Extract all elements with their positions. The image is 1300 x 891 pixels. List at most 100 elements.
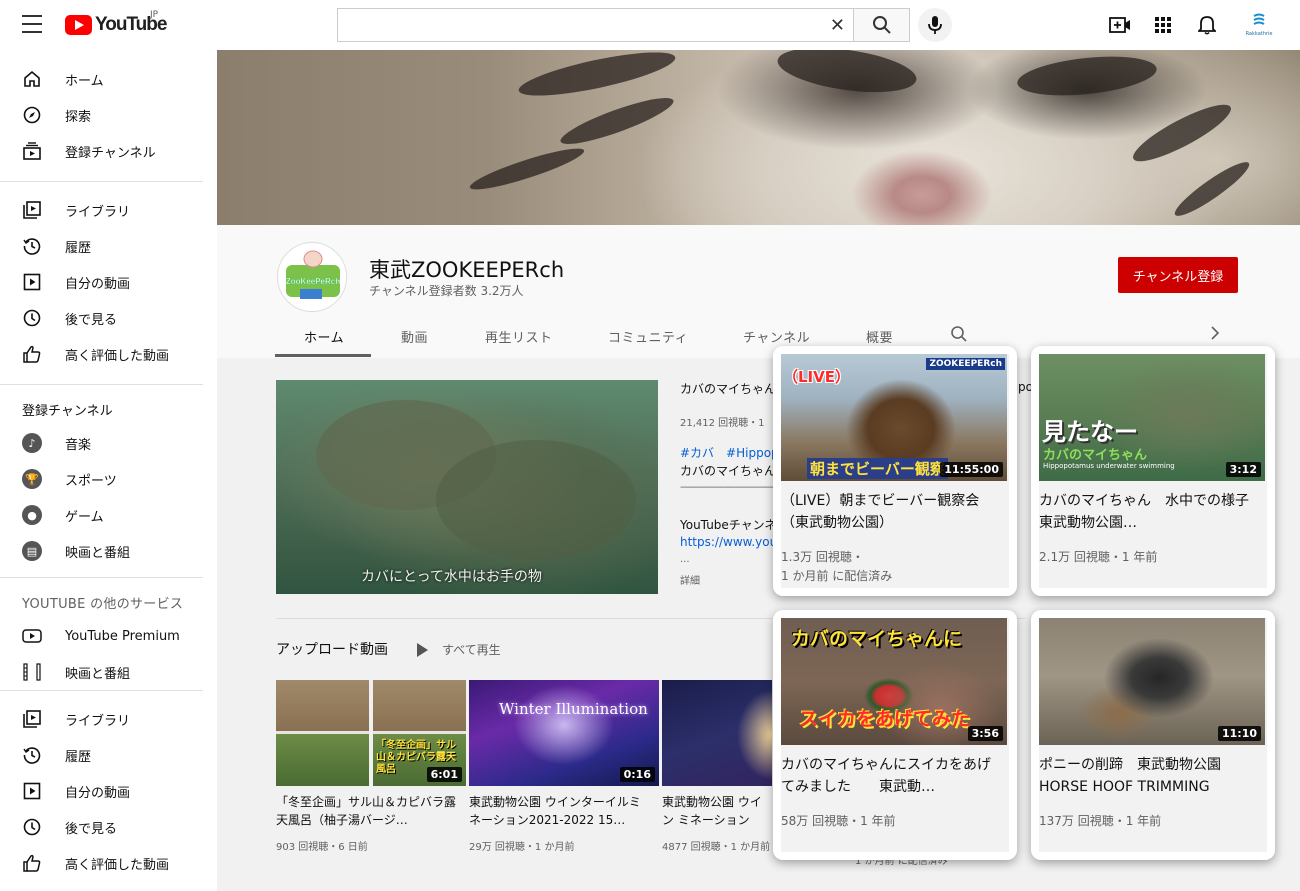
sidebar-item-your-videos[interactable]: 自分の動画 xyxy=(0,264,203,300)
video-title[interactable]: 東武動物公園 ウイン ミネーション2021- xyxy=(662,793,772,829)
video-title[interactable]: カバのマイちゃん 水中での様子 東武動物公園… xyxy=(1039,490,1277,534)
sidebar-item-music[interactable]: ♪ 音楽 xyxy=(0,425,203,461)
search-input[interactable]: ✕ xyxy=(337,8,853,42)
notifications-button[interactable] xyxy=(1194,12,1220,38)
uploads-section-title[interactable]: アップロード動画 xyxy=(276,639,388,659)
account-label: Rakkathrie xyxy=(1245,31,1273,37)
tab-community[interactable]: コミュニティ xyxy=(608,327,688,346)
sidebar-item-movies-2[interactable]: 映画と番組 xyxy=(0,654,203,690)
sidebar-item-explore[interactable]: 探索 xyxy=(0,97,203,133)
search-button[interactable] xyxy=(853,8,910,42)
sidebar-item-subscriptions[interactable]: 登録チャンネル xyxy=(0,133,203,169)
sidebar-divider xyxy=(0,577,203,578)
sidebar-item-library[interactable]: ライブラリ xyxy=(0,192,203,228)
sidebar-item-label: 後で見る xyxy=(65,821,118,837)
video-hover-card[interactable]: 見たなー カバのマイちゃん Hippopotamus underwater sw… xyxy=(1031,346,1277,596)
avatar-text: ZooKeePeRch xyxy=(286,277,340,286)
video-title[interactable]: 東武動物公園 ウインターイルミネーション2021-2022 15… xyxy=(469,793,649,829)
account-avatar[interactable]: Rakkathrie xyxy=(1244,12,1274,40)
sidebar-item-label: スポーツ xyxy=(65,473,117,489)
featured-video-title[interactable]: カバのマイちゃん xyxy=(680,380,773,397)
featured-description-line: YouTubeチャンネ xyxy=(680,518,773,532)
channel-watermark: ZOOKEEPERch xyxy=(926,358,1005,370)
featured-description-link[interactable]: https://www.you xyxy=(680,535,773,549)
sidebar-item-movies[interactable]: ▤ 映画と番組 xyxy=(0,533,203,569)
sidebar-item-label: 音楽 xyxy=(65,437,92,453)
video-meta: 58万 回視聴・1 年前 xyxy=(781,814,896,828)
library-icon xyxy=(22,709,42,729)
sidebar-item-label: 高く評価した動画 xyxy=(65,857,170,873)
featured-description-divider: ----------------------------------------… xyxy=(680,482,773,493)
clear-search-icon[interactable]: ✕ xyxy=(830,15,845,36)
youtube-play-icon xyxy=(65,15,92,35)
tab-about[interactable]: 概要 xyxy=(866,327,893,346)
featured-details-link[interactable]: 詳細 xyxy=(680,572,700,587)
thumbnail-subtext: カバのマイちゃん xyxy=(1043,448,1148,463)
sidebar-item-liked-videos-2[interactable]: 高く評価した動画 xyxy=(0,845,203,881)
sidebar-item-watch-later[interactable]: 後で見る xyxy=(0,300,203,336)
sidebar-item-home[interactable]: ホーム xyxy=(0,61,203,97)
premium-icon xyxy=(22,626,42,646)
sidebar-item-label: 自分の動画 xyxy=(65,785,131,801)
voice-search-button[interactable] xyxy=(918,8,952,42)
video-thumbnail[interactable]: 見たなー カバのマイちゃん Hippopotamus underwater sw… xyxy=(1039,354,1265,481)
video-card[interactable]: 「冬至企画」サル山＆カピバラ露天風呂 6:01 「冬至企画」サル山＆カピバラ露天… xyxy=(276,680,466,853)
video-thumbnail[interactable]: 11:10 xyxy=(1039,618,1265,745)
featured-video-caption: カバにとって水中はお手の物 xyxy=(361,569,542,585)
sidebar-item-gaming[interactable]: ● ゲーム xyxy=(0,497,203,533)
movies-icon xyxy=(22,662,42,682)
tabs-next-chevron-icon[interactable] xyxy=(1210,325,1220,345)
video-title[interactable]: ポニーの削蹄 東武動物公園 HORSE HOOF TRIMMING xyxy=(1039,754,1261,798)
channel-search-icon[interactable] xyxy=(950,325,968,347)
video-card[interactable]: Winter Illumination 0:16 東武動物公園 ウインターイルミ… xyxy=(469,680,659,853)
video-hover-card[interactable]: カバのマイちゃんに スイカをあげてみた 3:56 カバのマイちゃんにスイカをあげ… xyxy=(773,610,1017,860)
featured-hashtags[interactable]: #カバ #Hippop xyxy=(680,444,773,461)
apps-button[interactable] xyxy=(1150,12,1176,38)
search-icon xyxy=(872,16,891,34)
video-thumbnail[interactable]: 「冬至企画」サル山＆カピバラ露天風呂 6:01 xyxy=(276,680,466,786)
video-duration: 3:12 xyxy=(1225,462,1261,477)
sidebar-item-label: 高く評価した動画 xyxy=(65,348,170,364)
account-logo-icon xyxy=(1253,13,1265,25)
featured-video-player[interactable]: カバにとって水中はお手の物 xyxy=(276,380,658,594)
sidebar-item-label: ゲーム xyxy=(65,509,104,525)
play-icon xyxy=(417,642,428,657)
sidebar-item-watch-later-2[interactable]: 後で見る xyxy=(0,809,203,845)
video-card[interactable]: 東武動物公園 ウイン ミネーション2021- 4877 回視聴・1 か月前 xyxy=(662,680,772,860)
video-hover-card[interactable]: （LIVE） ZOOKEEPERch 朝までビーバー観察 11:55:00 （L… xyxy=(773,346,1017,596)
sidebar: ホーム 探索 登録チャンネル ライブラリ 履歴 自分の動画 後で見る 高く評価し… xyxy=(0,50,217,891)
create-video-icon xyxy=(1109,17,1130,33)
video-duration: 0:16 xyxy=(619,767,655,782)
sidebar-item-label: 後で見る xyxy=(65,312,118,328)
channel-avatar[interactable]: ZooKeePeRch xyxy=(277,242,347,312)
play-all-button[interactable]: すべて再生 xyxy=(417,641,501,658)
menu-icon[interactable] xyxy=(22,15,42,33)
sidebar-item-history[interactable]: 履歴 xyxy=(0,228,203,264)
tab-home[interactable]: ホーム xyxy=(304,327,344,346)
video-thumbnail[interactable]: カバのマイちゃんに スイカをあげてみた 3:56 xyxy=(781,618,1007,745)
your-videos-icon xyxy=(22,272,42,292)
play-all-label: すべて再生 xyxy=(442,643,501,657)
watch-later-icon xyxy=(22,308,42,328)
tab-playlists[interactable]: 再生リスト xyxy=(485,327,553,346)
video-title[interactable]: （LIVE）朝までビーバー観察会 （東武動物公園） xyxy=(781,490,1003,534)
tab-videos[interactable]: 動画 xyxy=(401,327,428,346)
sidebar-item-sports[interactable]: 🏆 スポーツ xyxy=(0,461,203,497)
video-title[interactable]: カバのマイちゃんにスイカをあげてみました 東武動… xyxy=(781,754,1003,798)
video-thumbnail[interactable] xyxy=(662,680,772,786)
video-hover-card[interactable]: 11:10 ポニーの削蹄 東武動物公園 HORSE HOOF TRIMMING … xyxy=(1031,610,1275,860)
video-thumbnail[interactable]: Winter Illumination 0:16 xyxy=(469,680,659,786)
video-thumbnail[interactable]: （LIVE） ZOOKEEPERch 朝までビーバー観察 11:55:00 xyxy=(781,354,1007,481)
video-meta: 903 回視聴・6 日前 xyxy=(276,842,368,853)
create-video-button[interactable] xyxy=(1107,12,1133,38)
subscribe-button[interactable]: チャンネル登録 xyxy=(1118,257,1238,293)
channel-banner xyxy=(217,50,1300,225)
music-icon: ♪ xyxy=(22,433,42,453)
sidebar-item-your-videos-2[interactable]: 自分の動画 xyxy=(0,773,203,809)
sidebar-item-history-2[interactable]: 履歴 xyxy=(0,737,203,773)
video-title[interactable]: 「冬至企画」サル山＆カピバラ露天風呂（柚子湯バージ… xyxy=(276,793,456,829)
sidebar-item-premium[interactable]: YouTube Premium xyxy=(0,618,203,654)
tab-channels[interactable]: チャンネル xyxy=(743,327,810,346)
sidebar-item-library-2[interactable]: ライブラリ xyxy=(0,701,203,737)
sidebar-item-liked-videos[interactable]: 高く評価した動画 xyxy=(0,336,203,372)
